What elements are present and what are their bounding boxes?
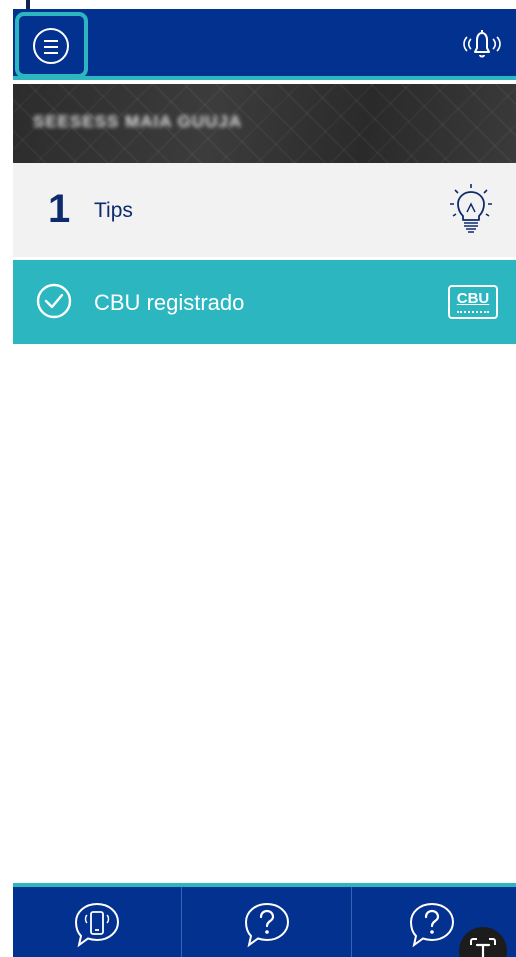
menu-button[interactable] xyxy=(15,12,88,78)
menu-icon xyxy=(33,28,69,64)
tips-count: 1 xyxy=(48,187,71,231)
user-name: SEESESS MAIA GUUJA xyxy=(33,112,243,131)
cbu-badge-text: CBU xyxy=(456,290,490,307)
app-screen: SEESESS MAIA GUUJA 1 Tips CBU registrado… xyxy=(0,0,516,957)
tips-row[interactable]: 1 Tips xyxy=(13,163,516,257)
lightbulb-icon xyxy=(450,184,492,233)
help-icon xyxy=(409,902,455,948)
text-recognition-icon xyxy=(470,938,496,957)
bottom-nav-help[interactable] xyxy=(182,887,351,957)
cbu-badge-dots xyxy=(457,311,489,313)
cbu-label: CBU registrado xyxy=(94,290,245,315)
bottom-nav-contact[interactable] xyxy=(13,887,181,957)
bottom-nav-bar xyxy=(13,883,516,957)
phone-chat-icon xyxy=(74,902,120,948)
help-icon xyxy=(244,902,290,948)
check-circle-icon xyxy=(36,283,72,319)
user-banner: SEESESS MAIA GUUJA xyxy=(13,84,516,163)
top-app-bar xyxy=(13,9,516,80)
tips-label: Tips xyxy=(94,199,133,222)
bell-icon[interactable] xyxy=(458,25,506,65)
cbu-card-icon: CBU xyxy=(448,285,498,319)
cbu-status-row[interactable]: CBU registrado CBU xyxy=(13,260,516,344)
